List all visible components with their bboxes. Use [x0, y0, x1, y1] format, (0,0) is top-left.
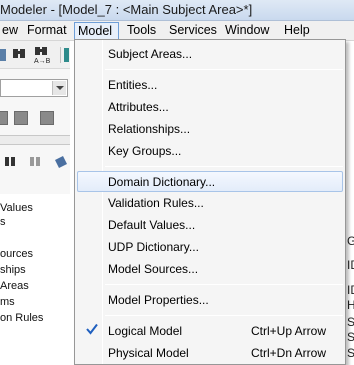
menu-view[interactable]: ew: [0, 22, 21, 40]
menu-help[interactable]: Help: [281, 22, 313, 40]
model-tree: Values s ources ships Areas ms on Rules: [0, 194, 70, 365]
menu-window[interactable]: Window: [222, 22, 272, 40]
diagram-text: S: [347, 330, 354, 344]
menu-separator: [105, 166, 343, 167]
diagram-text: H: [347, 298, 354, 312]
menu-item-label: Physical Model: [108, 346, 189, 360]
menu-item-label: Relationships...: [108, 122, 191, 136]
menu-item-physical-model[interactable]: Physical Model Ctrl+Dn Arrow: [77, 342, 343, 363]
model-menu-dropdown: Subject Areas... Entities... Attributes.…: [74, 39, 346, 365]
menu-item-validation-rules[interactable]: Validation Rules...: [77, 192, 343, 213]
model-combo[interactable]: [0, 79, 68, 97]
tree-item[interactable]: Areas: [0, 280, 29, 292]
menu-item-label: Attributes...: [108, 100, 169, 114]
left-pane: Values s ources ships Areas ms on Rules: [0, 69, 70, 365]
toolbar-separator: [60, 47, 61, 63]
menu-item-label: Validation Rules...: [108, 196, 204, 210]
menu-item-attributes[interactable]: Attributes...: [77, 96, 343, 117]
menu-item-model-properties[interactable]: Model Properties...: [77, 289, 343, 310]
menu-item-relationships[interactable]: Relationships...: [77, 118, 343, 139]
menu-separator: [105, 284, 343, 285]
menu-item-shortcut: Ctrl+Up Arrow: [251, 324, 327, 338]
menu-item-label: Model Sources...: [108, 262, 199, 276]
find-replace-icon[interactable]: A→B: [33, 45, 53, 65]
toolbar-button[interactable]: [40, 111, 54, 125]
menu-item-domain-dictionary[interactable]: Domain Dictionary...: [77, 171, 343, 192]
toolbar-icon-partial[interactable]: [64, 47, 70, 63]
menu-item-entities[interactable]: Entities...: [77, 74, 343, 95]
menu-item-label: Logical Model: [108, 324, 183, 338]
toolbar-button[interactable]: [0, 111, 8, 125]
menu-bar: ew Format Model Tools Services Window He…: [0, 21, 354, 41]
diagram-text: G: [347, 234, 354, 248]
chevron-down-icon[interactable]: [52, 81, 66, 95]
menu-item-label: Subject Areas...: [108, 47, 193, 61]
menu-item-label: Default Values...: [108, 218, 196, 232]
menu-item-label: Entities...: [108, 78, 158, 92]
menu-item-udp-dictionary[interactable]: UDP Dictionary...: [77, 236, 343, 257]
tree-toolbar: [5, 156, 67, 168]
menu-services[interactable]: Services: [166, 22, 220, 40]
toolbar-icon-partial[interactable]: [0, 47, 8, 63]
tree-item[interactable]: Values: [0, 202, 33, 214]
menu-model[interactable]: Model: [74, 22, 119, 40]
checkmark-icon: [86, 323, 98, 335]
menu-item-subject-areas[interactable]: Subject Areas...: [77, 43, 343, 64]
diagram-text: S: [347, 346, 354, 360]
diagram-text: S: [347, 315, 354, 329]
tree-item[interactable]: ships: [0, 264, 26, 276]
menu-item-label: Key Groups...: [108, 144, 182, 158]
menu-item-logical-model[interactable]: Logical Model Ctrl+Up Arrow: [77, 320, 343, 341]
menu-tools[interactable]: Tools: [124, 22, 159, 40]
menu-item-default-values[interactable]: Default Values...: [77, 214, 343, 235]
diagram-text: ID: [347, 258, 354, 272]
toolbar-button[interactable]: [14, 111, 28, 125]
menu-format[interactable]: Format: [24, 22, 70, 40]
menu-separator: [105, 69, 343, 70]
window-title: Modeler - [Model_7 : <Main Subject Area>…: [0, 2, 253, 17]
toolbar: A→B: [0, 41, 70, 69]
tree-item[interactable]: on Rules: [0, 312, 43, 324]
tree-item[interactable]: ms: [0, 296, 15, 308]
menu-item-key-groups[interactable]: Key Groups...: [77, 140, 343, 161]
tree-item[interactable]: ources: [0, 248, 33, 260]
menu-separator: [105, 315, 343, 316]
diagram-text: ID: [347, 283, 354, 297]
menu-item-shortcut: Ctrl+Dn Arrow: [251, 346, 327, 360]
splitter[interactable]: [0, 135, 70, 145]
menu-item-label: UDP Dictionary...: [108, 240, 199, 254]
title-bar: Modeler - [Model_7 : <Main Subject Area>…: [0, 0, 354, 21]
find-icon[interactable]: [12, 46, 26, 62]
menu-item-label: Model Properties...: [108, 293, 209, 307]
menu-item-label: Domain Dictionary...: [108, 175, 216, 189]
menu-item-model-sources[interactable]: Model Sources...: [77, 258, 343, 279]
tree-item[interactable]: s: [0, 216, 6, 228]
svg-text:A→B: A→B: [34, 58, 51, 65]
